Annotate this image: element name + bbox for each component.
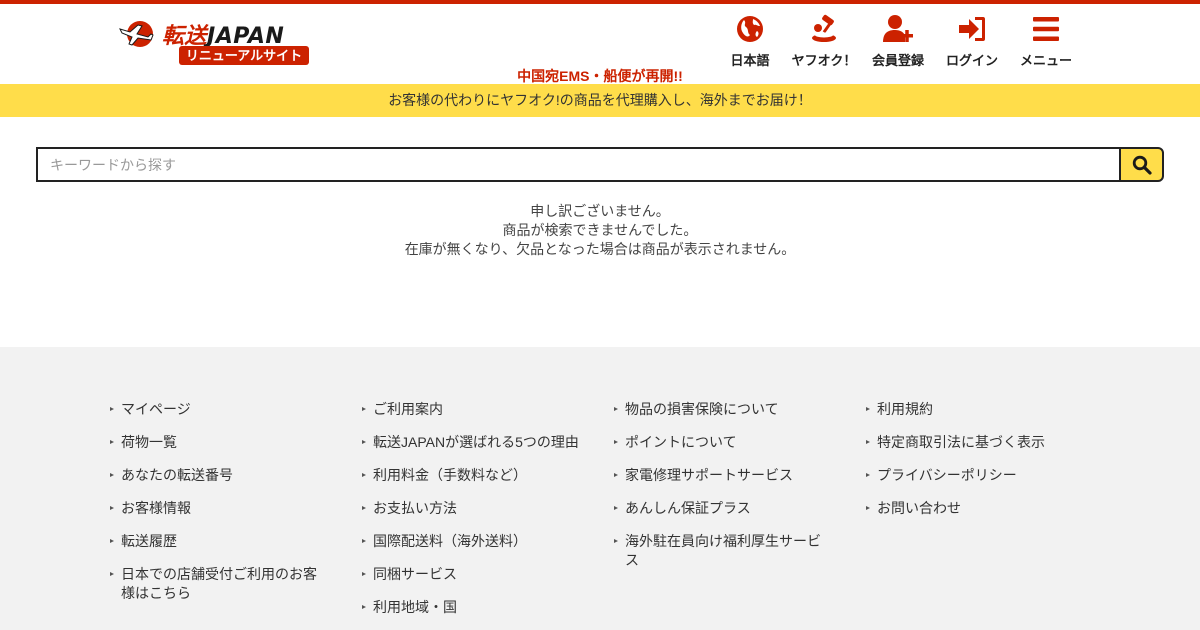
hamburger-menu-icon	[1033, 17, 1059, 41]
footer-link[interactable]: 特定商取引法に基づく表示	[864, 433, 1084, 452]
footer-column-legal: 利用規約 特定商取引法に基づく表示 プライバシーポリシー お問い合わせ	[864, 400, 1084, 532]
footer-link[interactable]: マイページ	[108, 400, 328, 419]
message-line: 在庫が無くなり、欠品となった場合は商品が表示されません。	[404, 241, 796, 257]
nav-register[interactable]: 会員登録	[862, 14, 934, 69]
globe-icon	[737, 16, 763, 42]
nav-yahoo-auction[interactable]: ヤフオク！	[788, 14, 860, 69]
footer-link[interactable]: 物品の損害保険について	[612, 400, 832, 419]
auction-gavel-icon	[812, 14, 836, 42]
footer-column-services: 物品の損害保険について ポイントについて 家電修理サポートサービス あんしん保証…	[612, 400, 832, 584]
search-button[interactable]	[1119, 147, 1164, 182]
message-line: 商品が検索できませんでした。	[502, 222, 698, 238]
footer-link[interactable]: 荷物一覧	[108, 433, 328, 452]
search-input[interactable]	[36, 147, 1120, 182]
footer-link[interactable]: 利用地域・国	[360, 598, 580, 617]
service-banner: お客様の代わりにヤフオク!の商品を代理購入し、海外までお届け！	[0, 84, 1200, 117]
message-line: 申し訳ございません。	[530, 203, 670, 219]
search-bar	[36, 147, 1164, 182]
renewal-badge: リニューアルサイト	[179, 46, 309, 65]
footer-link[interactable]: あんしん保証プラス	[612, 499, 832, 518]
nav-login[interactable]: ログイン	[936, 14, 1008, 69]
footer-link[interactable]: お客様情報	[108, 499, 328, 518]
footer-link[interactable]: 転送JAPANが選ばれる5つの理由	[360, 433, 580, 452]
footer-link[interactable]: 利用規約	[864, 400, 1084, 419]
footer-link[interactable]: プライバシーポリシー	[864, 466, 1084, 485]
footer-link[interactable]: 同梱サービス	[360, 565, 580, 584]
header-nav: 日本語 ヤフオク！ 会員登録 ログイン メニュー	[712, 14, 1082, 69]
footer-link[interactable]: 海外駐在員向け福利厚生サービス	[612, 532, 832, 570]
shipping-notice[interactable]: 中国宛EMS・船便が再開!!	[0, 66, 1200, 86]
site-logo[interactable]: 転送JAPAN リニューアルサイト	[118, 18, 330, 70]
sign-in-icon	[959, 17, 985, 41]
footer-link[interactable]: お問い合わせ	[864, 499, 1084, 518]
footer-link[interactable]: お支払い方法	[360, 499, 580, 518]
footer-column-account: マイページ 荷物一覧 あなたの転送番号 お客様情報 転送履歴 日本での店舗受付ご…	[108, 400, 328, 617]
footer-column-guide: ご利用案内 転送JAPANが選ばれる5つの理由 利用料金（手数料など） お支払い…	[360, 400, 580, 630]
footer-link[interactable]: あなたの転送番号	[108, 466, 328, 485]
footer-link[interactable]: 日本での店舗受付ご利用のお客様はこちら	[108, 565, 328, 603]
nav-language[interactable]: 日本語	[714, 14, 786, 69]
nav-menu[interactable]: メニュー	[1010, 14, 1082, 69]
user-plus-icon	[883, 15, 913, 42]
footer-link[interactable]: 利用料金（手数料など）	[360, 466, 580, 485]
search-icon	[1132, 155, 1152, 175]
footer-link[interactable]: 家電修理サポートサービス	[612, 466, 832, 485]
footer-link[interactable]: 転送履歴	[108, 532, 328, 551]
footer-link[interactable]: ご利用案内	[360, 400, 580, 419]
footer-link[interactable]: 国際配送料（海外送料）	[360, 532, 580, 551]
airplane-logo-icon	[119, 21, 154, 47]
no-results-message: 申し訳ございません。 商品が検索できませんでした。 在庫が無くなり、欠品となった…	[0, 202, 1200, 259]
site-footer: マイページ 荷物一覧 あなたの転送番号 お客様情報 転送履歴 日本での店舗受付ご…	[0, 347, 1200, 630]
footer-link[interactable]: ポイントについて	[612, 433, 832, 452]
site-header: 転送JAPAN リニューアルサイト 日本語 ヤフオク！ 会員登録 ログイン メニ…	[0, 4, 1200, 84]
